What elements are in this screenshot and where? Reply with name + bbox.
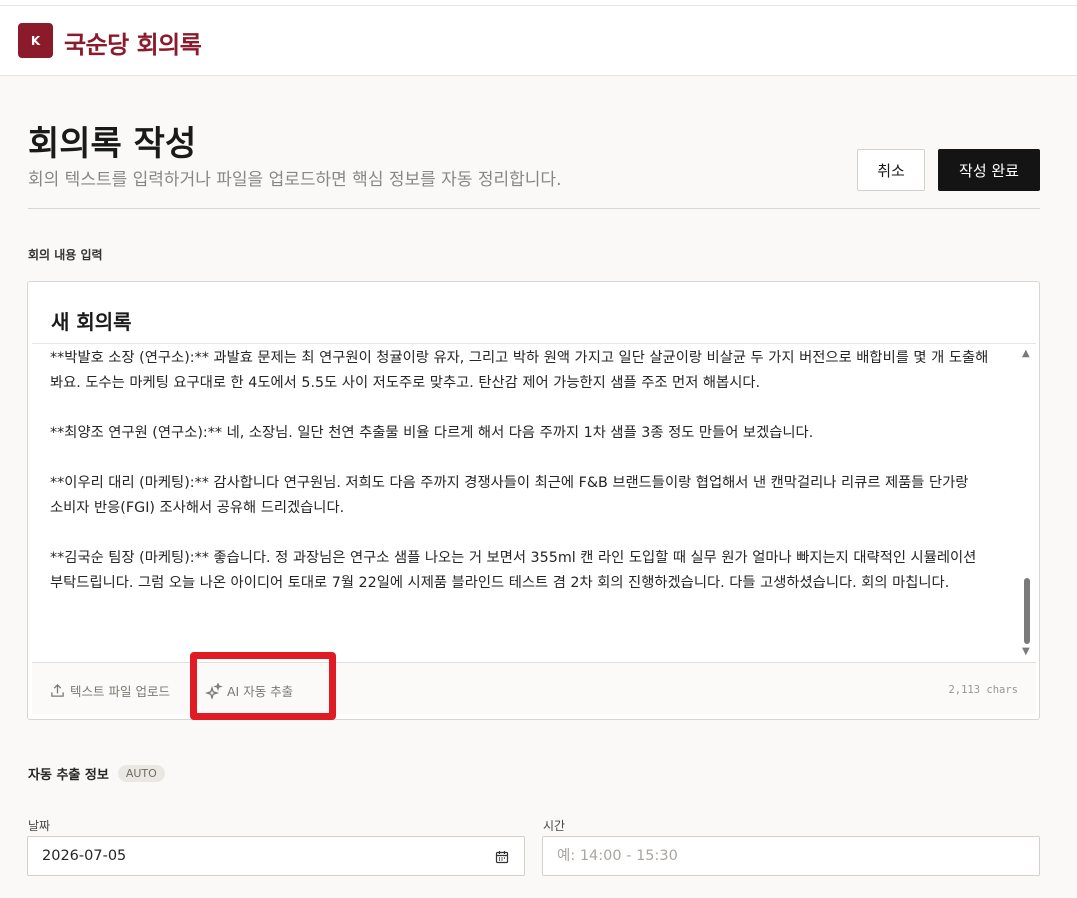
top-border bbox=[0, 5, 1077, 6]
app-title: 국순당 회의록 bbox=[64, 31, 202, 59]
transcript-paragraph: **김국순 팀장 (마케팅):** 좋습니다. 정 과장님은 연구소 샘플 나오… bbox=[50, 550, 977, 591]
time-field[interactable] bbox=[542, 836, 1040, 876]
calendar-icon[interactable] bbox=[495, 850, 509, 864]
char-count: 2,113 chars bbox=[948, 684, 1018, 696]
input-section-label: 회의 내용 입력 bbox=[28, 248, 103, 262]
upload-label: 텍스트 파일 업로드 bbox=[70, 684, 170, 699]
transcript-paragraph: **최양조 연구원 (연구소):** 네, 소장님. 일단 천연 추출물 비율 … bbox=[50, 425, 814, 441]
time-label: 시간 bbox=[543, 819, 566, 833]
editor-toolbar: 텍스트 파일 업로드 AI 자동 추출 2,113 chars bbox=[32, 662, 1036, 714]
submit-button[interactable]: 작성 완료 bbox=[938, 149, 1040, 191]
top-bar: K 국순당 회의록 bbox=[0, 0, 1077, 76]
upload-icon bbox=[51, 683, 64, 697]
logo-badge: K bbox=[18, 23, 53, 58]
date-label: 날짜 bbox=[28, 819, 51, 833]
editor-title[interactable]: 새 회의록 bbox=[51, 306, 132, 335]
scroll-thumb[interactable] bbox=[1024, 578, 1030, 644]
meeting-editor: 새 회의록 **박발호 소장 (연구소):** 과발효 문제는 최 연구원이 청… bbox=[27, 281, 1040, 720]
time-input[interactable] bbox=[557, 848, 1039, 864]
upload-text-file-button[interactable]: 텍스트 파일 업로드 bbox=[50, 681, 170, 700]
ai-extract-button[interactable]: AI 자동 추출 bbox=[205, 681, 293, 700]
auto-badge: AUTO bbox=[117, 765, 165, 782]
auto-extract-title: 자동 추출 정보 bbox=[28, 768, 109, 783]
cancel-button[interactable]: 취소 bbox=[857, 149, 925, 191]
sparkle-icon bbox=[205, 682, 223, 699]
header-divider bbox=[28, 208, 1040, 209]
page-subtitle: 회의 텍스트를 입력하거나 파일을 업로드하면 핵심 정보를 자동 정리합니다. bbox=[28, 170, 562, 190]
transcript-paragraph: **이우리 대리 (마케팅):** 감사합니다 연구원님. 저희도 다음 주까지… bbox=[50, 475, 969, 516]
editor-scrollbar[interactable]: ▲ ▼ bbox=[1021, 346, 1033, 662]
auto-extract-section-label: 자동 추출 정보 AUTO bbox=[28, 764, 165, 783]
date-field[interactable] bbox=[27, 836, 525, 876]
page-title: 회의록 작성 bbox=[28, 124, 197, 164]
scroll-up-arrow-icon[interactable]: ▲ bbox=[1022, 348, 1030, 359]
date-input[interactable] bbox=[42, 848, 524, 864]
scroll-down-arrow-icon[interactable]: ▼ bbox=[1022, 646, 1030, 657]
ai-extract-label: AI 자동 추출 bbox=[227, 684, 294, 699]
transcript-paragraph: **박발호 소장 (연구소):** 과발효 문제는 최 연구원이 청귤이랑 유자… bbox=[50, 350, 989, 391]
meeting-text-area[interactable]: **박발호 소장 (연구소):** 과발효 문제는 최 연구원이 청귤이랑 유자… bbox=[50, 346, 1000, 662]
editor-title-divider bbox=[32, 343, 1036, 344]
